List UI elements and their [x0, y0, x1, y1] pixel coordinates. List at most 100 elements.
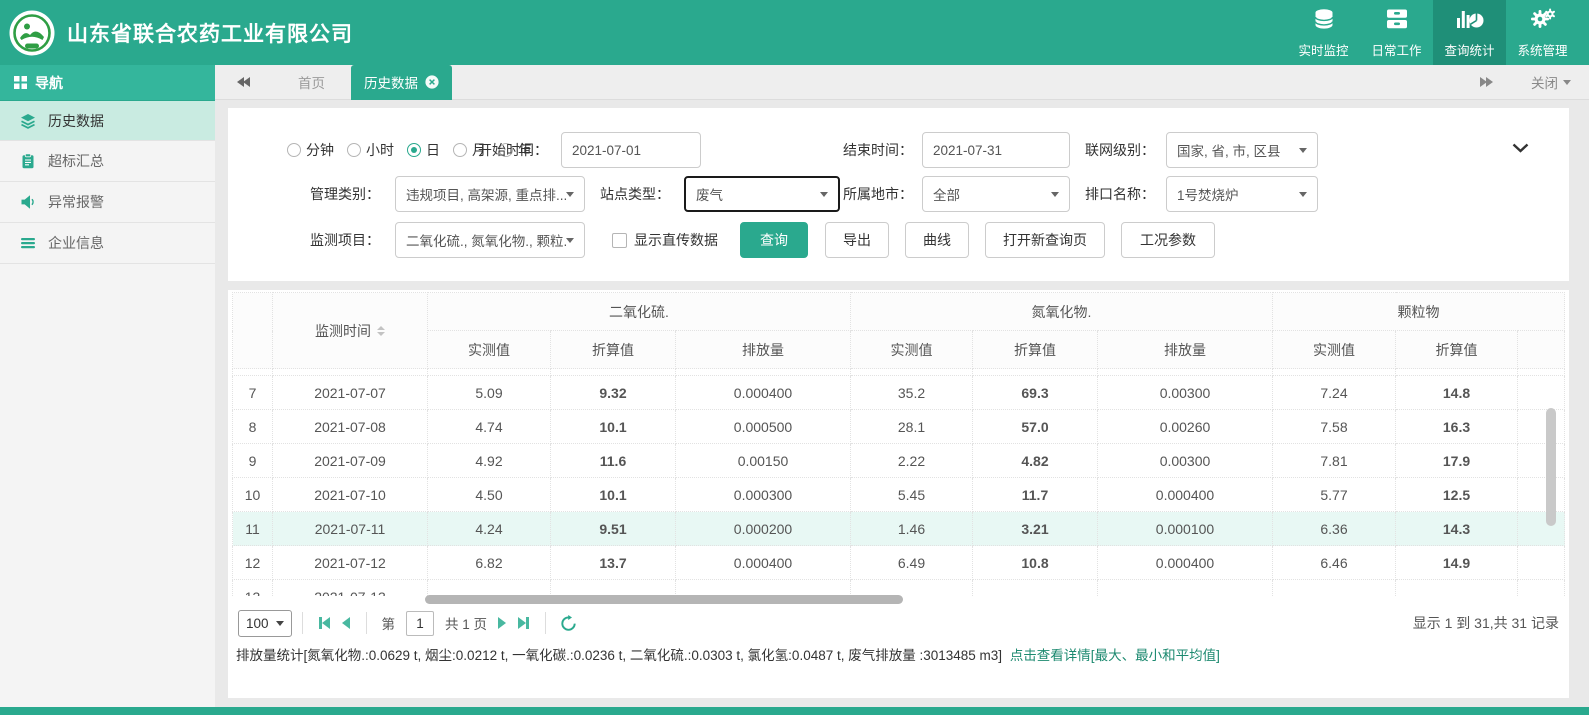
- tab-history-data[interactable]: 历史数据: [351, 65, 452, 100]
- vertical-scrollbar[interactable]: [1546, 408, 1556, 526]
- select-caret-icon: [276, 621, 284, 626]
- list-icon: [20, 235, 36, 251]
- city-select[interactable]: 全部: [922, 176, 1070, 212]
- tabs-scroll-right-icon[interactable]: [1480, 77, 1493, 87]
- sidebar: 导航 历史数据 超标汇总: [0, 65, 215, 715]
- network-level-select[interactable]: 国家, 省, 市, 区县: [1166, 132, 1318, 168]
- outlet-name-label: 排口名称：: [1085, 176, 1155, 212]
- daily-work-icon: [1384, 6, 1410, 37]
- end-time-label: 结束时间：: [843, 132, 913, 168]
- last-page-icon[interactable]: [518, 617, 529, 629]
- tab-home[interactable]: 首页: [284, 72, 339, 92]
- condition-params-button[interactable]: 工况参数: [1121, 222, 1215, 258]
- sidebar-header: 导航: [0, 65, 215, 100]
- page-word: 第: [382, 613, 396, 633]
- table-row[interactable]: 72021-07-07 5.099.320.000400 35.269.30.0…: [233, 376, 1565, 410]
- emission-stats: 排放量统计[氮氧化物.:0.0629 t, 烟尘:0.0212 t, 一氧化碳.…: [236, 644, 1220, 664]
- speaker-icon: [20, 194, 36, 210]
- tab-bar: 首页 历史数据 关闭: [215, 65, 1589, 100]
- col-header: 折算值: [1396, 331, 1518, 369]
- new-query-page-button[interactable]: 打开新查询页: [985, 222, 1105, 258]
- company-title: 山东省联合农药工业有限公司: [67, 18, 353, 48]
- col-header: 折算值: [551, 331, 676, 369]
- brand: 山东省联合农药工业有限公司: [0, 10, 353, 56]
- site-type-select[interactable]: 废气: [684, 176, 840, 212]
- radio-minute[interactable]: 分钟: [287, 140, 334, 160]
- group-header-so2: 二氧化硫.: [428, 293, 851, 331]
- col-header: 实测值: [1273, 331, 1396, 369]
- chevron-down-icon: [1563, 80, 1571, 85]
- bottom-accent-bar: [0, 707, 1589, 715]
- top-header: 山东省联合农药工业有限公司 实时监控: [0, 0, 1589, 65]
- direct-data-checkbox[interactable]: [612, 233, 627, 248]
- query-stats-icon: [1456, 6, 1484, 37]
- sidebar-item-abnormal-alarm[interactable]: 异常报警: [0, 182, 215, 223]
- group-header-pm: 颗粒物: [1273, 293, 1565, 331]
- nav-daily-work[interactable]: 日常工作: [1360, 0, 1433, 65]
- table-row[interactable]: 122021-07-12 6.8213.70.000400 6.4910.80.…: [233, 546, 1565, 580]
- sidebar-item-exceed-summary[interactable]: 超标汇总: [0, 141, 215, 182]
- group-header-nox: 氮氧化物.: [851, 293, 1273, 331]
- layers-icon: [20, 113, 36, 129]
- start-date-input[interactable]: 2021-07-01: [561, 132, 701, 168]
- top-nav: 实时监控 日常工作: [1287, 0, 1589, 65]
- page-size-select[interactable]: 100: [238, 610, 292, 637]
- curve-button[interactable]: 曲线: [905, 222, 969, 258]
- sidebar-item-history-data[interactable]: 历史数据: [0, 100, 215, 141]
- table-body: 72021-07-07 5.099.320.000400 35.269.30.0…: [232, 368, 1565, 596]
- clipboard-icon: [20, 153, 36, 169]
- nav-query-stats[interactable]: 查询统计: [1433, 0, 1506, 65]
- select-caret-icon: [820, 192, 828, 197]
- export-button[interactable]: 导出: [825, 222, 889, 258]
- page-number-input[interactable]: 1: [406, 611, 434, 636]
- sidebar-item-company-info[interactable]: 企业信息: [0, 223, 215, 264]
- emission-stats-text: 排放量统计[氮氧化物.:0.0629 t, 烟尘:0.0212 t, 一氧化碳.…: [236, 648, 1002, 663]
- nav-realtime-monitor[interactable]: 实时监控: [1287, 0, 1360, 65]
- table-header: 监测时间 二氧化硫. 氮氧化物. 颗粒物 实测值 折算值 排放量 实测值: [232, 292, 1565, 369]
- col-header: 折算值: [973, 331, 1098, 369]
- filter-panel: 分钟 小时 日 月 年 开始时间： 2021-07-01 结束时间： 2021-…: [228, 108, 1569, 281]
- tab-bar-right: 关闭: [1480, 72, 1589, 92]
- first-page-icon[interactable]: [319, 617, 330, 629]
- direct-data-label: 显示直传数据: [634, 222, 718, 258]
- network-level-label: 联网级别：: [1085, 132, 1155, 168]
- end-date-input[interactable]: 2021-07-31: [922, 132, 1070, 168]
- next-page-icon[interactable]: [498, 617, 506, 629]
- close-menu-button[interactable]: 关闭: [1531, 72, 1571, 92]
- nav-system-manage[interactable]: 系统管理: [1506, 0, 1579, 65]
- time-sort-control[interactable]: 监测时间: [273, 321, 427, 341]
- refresh-icon[interactable]: [560, 615, 577, 632]
- outlet-name-select[interactable]: 1号焚烧炉: [1166, 176, 1318, 212]
- select-caret-icon: [566, 238, 574, 243]
- select-caret-icon: [566, 192, 574, 197]
- history-table-panel: 监测时间 二氧化硫. 氮氧化物. 颗粒物 实测值 折算值 排放量 实测值: [228, 290, 1569, 698]
- select-caret-icon: [1299, 192, 1307, 197]
- select-caret-icon: [1051, 192, 1059, 197]
- mgmt-type-select[interactable]: 违规项目, 高架源, 重点排...: [395, 176, 585, 212]
- sort-icon: [377, 326, 385, 336]
- monitor-item-select[interactable]: 二氧化硫., 氮氧化物., 颗粒...: [395, 222, 585, 258]
- collapse-filters-icon[interactable]: [1512, 140, 1529, 158]
- table-row[interactable]: 132021-07-13: [233, 580, 1565, 597]
- realtime-monitor-icon: [1311, 6, 1337, 37]
- table-row[interactable]: 82021-07-08 4.7410.10.000500 28.157.00.0…: [233, 410, 1565, 444]
- table-row[interactable]: 92021-07-09 4.9211.60.00150 2.224.820.00…: [233, 444, 1565, 478]
- col-header: 实测值: [851, 331, 973, 369]
- table-row-highlighted[interactable]: 112021-07-11 4.249.510.000200 1.463.210.…: [233, 512, 1565, 546]
- select-caret-icon: [1299, 148, 1307, 153]
- mee-logo-icon: [9, 10, 55, 56]
- query-button[interactable]: 查询: [740, 222, 808, 258]
- prev-page-icon[interactable]: [342, 617, 350, 629]
- city-label: 所属地市：: [843, 176, 913, 212]
- close-tab-icon[interactable]: [425, 75, 439, 89]
- table-row[interactable]: 102021-07-10 4.5010.10.000300 5.4511.70.…: [233, 478, 1565, 512]
- col-header: [1518, 331, 1565, 369]
- time-column-header: 监测时间: [273, 293, 428, 369]
- horizontal-scrollbar[interactable]: [425, 595, 903, 604]
- tabs-scroll-left-icon[interactable]: [237, 77, 250, 87]
- detail-link[interactable]: 点击查看详情[最大、最小和平均值]: [1010, 648, 1220, 663]
- site-type-label: 站点类型：: [600, 176, 670, 212]
- radio-hour[interactable]: 小时: [347, 140, 394, 160]
- system-manage-icon: [1530, 6, 1556, 37]
- radio-day[interactable]: 日: [407, 140, 440, 160]
